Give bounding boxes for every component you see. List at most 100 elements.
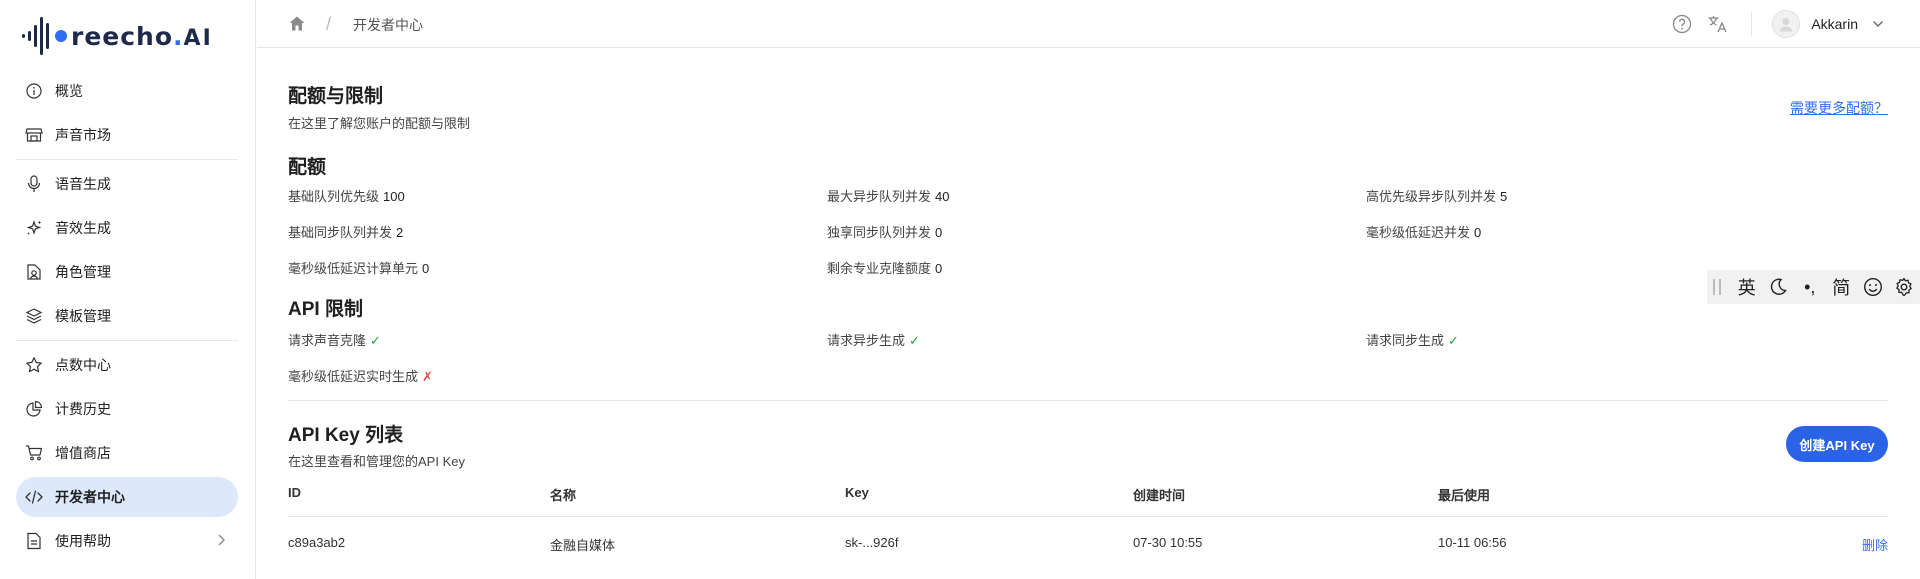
ime-toolbar: 英 •, 简	[1707, 270, 1920, 304]
app-root: reecho.AI 概览 声音市场 语音生成 音效生成 角色管理 模板管理 点数…	[0, 0, 1920, 579]
moon-icon[interactable]	[1762, 272, 1794, 302]
sidebar-item-label: 声音市场	[55, 127, 111, 143]
sidebar-item-points-center[interactable]: 点数中心	[16, 345, 238, 385]
sidebar-item-overview[interactable]: 概览	[16, 71, 238, 111]
layers-icon	[25, 307, 43, 325]
ime-language-toggle[interactable]: 英	[1731, 272, 1763, 302]
home-icon[interactable]	[288, 15, 306, 35]
store-icon	[25, 126, 43, 144]
breadcrumb: / 开发者中心	[288, 14, 423, 35]
sidebar-item-voice-generation[interactable]: 语音生成	[16, 164, 238, 204]
sidebar-item-label: 概览	[55, 83, 83, 99]
sidebar: reecho.AI 概览 声音市场 语音生成 音效生成 角色管理 模板管理 点数…	[0, 0, 256, 579]
sidebar-item-sfx-generation[interactable]: 音效生成	[16, 208, 238, 248]
quota-item: 毫秒级低延迟并发 0	[1366, 225, 1482, 240]
sidebar-item-label: 点数中心	[55, 357, 111, 373]
cart-icon	[25, 444, 43, 462]
quota-item: 独享同步队列并发 0	[827, 225, 943, 240]
pie-chart-icon	[25, 400, 43, 418]
logo-dot-icon	[55, 30, 67, 42]
quota-item: 最大异步队列并发 40	[827, 189, 950, 204]
ime-script-toggle[interactable]: 简	[1825, 272, 1857, 302]
divider	[1751, 12, 1753, 36]
character-icon	[25, 263, 43, 281]
column-header-id: ID	[288, 485, 301, 500]
quota-item: 高优先级异步队列并发 5	[1366, 189, 1508, 204]
breadcrumb-separator: /	[326, 14, 332, 34]
cell-last-used: 10-11 06:56	[1438, 535, 1507, 550]
quota-item: 基础同步队列并发 2	[288, 225, 404, 240]
sidebar-item-label: 音效生成	[55, 220, 111, 236]
divider	[288, 516, 1888, 517]
divider	[16, 340, 238, 341]
column-header-created: 创建时间	[1133, 488, 1186, 503]
check-icon: ✓	[370, 333, 381, 348]
sidebar-item-label: 使用帮助	[55, 533, 111, 549]
quota-title: 配额	[288, 157, 327, 178]
sidebar-item-character-management[interactable]: 角色管理	[16, 252, 238, 292]
limit-item: 请求异步生成 ✓	[827, 333, 920, 348]
sidebar-item-label: 开发者中心	[55, 489, 125, 505]
check-icon: ✓	[1448, 333, 1459, 348]
delete-link[interactable]: 删除	[1862, 535, 1888, 554]
column-header-name: 名称	[550, 488, 577, 503]
cell-name: 金融自媒体	[550, 538, 616, 553]
breadcrumb-current: 开发者中心	[353, 16, 424, 33]
translate-icon[interactable]	[1707, 13, 1729, 35]
header-actions: Akkarin	[1657, 10, 1884, 38]
quota-item: 基础队列优先级 100	[288, 189, 405, 204]
chevron-down-icon[interactable]	[1872, 15, 1884, 33]
apikey-subtitle: 在这里查看和管理您的API Key	[288, 454, 465, 469]
limit-item: 请求同步生成 ✓	[1366, 333, 1459, 348]
top-header: / 开发者中心 Akkarin	[257, 0, 1920, 48]
sidebar-item-label: 角色管理	[55, 264, 111, 280]
microphone-icon	[25, 175, 43, 193]
cell-id: c89a3ab2	[288, 535, 346, 550]
limit-item: 请求声音克隆 ✓	[288, 333, 381, 348]
apikey-title: API Key 列表	[288, 425, 404, 446]
chevron-right-icon	[216, 533, 226, 550]
cell-created: 07-30 10:55	[1133, 535, 1203, 550]
column-header-last-used: 最后使用	[1438, 488, 1491, 503]
sidebar-item-template-management[interactable]: 模板管理	[16, 296, 238, 336]
sidebar-item-store[interactable]: 增值商店	[16, 433, 238, 473]
more-quota-link[interactable]: 需要更多配额？	[1790, 98, 1888, 118]
drag-handle[interactable]	[1713, 279, 1721, 295]
avatar[interactable]	[1772, 10, 1801, 38]
star-icon	[25, 356, 43, 374]
sidebar-item-label: 模板管理	[55, 308, 111, 324]
emoji-icon[interactable]	[1857, 272, 1889, 302]
check-icon: ✓	[909, 333, 920, 348]
ime-punctuation-toggle[interactable]: •,	[1794, 272, 1826, 302]
page-title: 配额与限制	[288, 86, 384, 107]
quota-item: 毫秒级低延迟计算单元 0	[288, 261, 430, 276]
sparkles-icon	[25, 219, 43, 237]
cell-key: sk-...926f	[845, 535, 899, 550]
sidebar-item-help[interactable]: 使用帮助	[16, 521, 238, 561]
username[interactable]: Akkarin	[1811, 16, 1858, 32]
page-subtitle: 在这里了解您账户的配额与限制	[288, 116, 471, 131]
logo-text: reecho.AI	[71, 21, 213, 51]
column-header-key: Key	[845, 485, 869, 500]
sidebar-item-label: 增值商店	[55, 445, 111, 461]
api-limits-title: API 限制	[288, 299, 363, 320]
info-icon	[25, 82, 43, 100]
create-api-key-button[interactable]: 创建API Key	[1786, 426, 1888, 462]
sidebar-item-voice-market[interactable]: 声音市场	[16, 115, 238, 155]
quota-item: 剩余专业克隆额度 0	[827, 261, 943, 276]
logo-waveform-icon	[22, 17, 49, 55]
settings-gear-icon[interactable]	[1889, 272, 1920, 302]
sidebar-item-label: 语音生成	[55, 176, 111, 192]
sidebar-item-label: 计费历史	[55, 401, 111, 417]
logo[interactable]: reecho.AI	[22, 14, 213, 58]
divider	[288, 400, 1888, 401]
sidebar-item-billing-history[interactable]: 计费历史	[16, 389, 238, 429]
document-icon	[25, 532, 43, 550]
limit-item: 毫秒级低延迟实时生成 ✗	[288, 369, 433, 384]
help-icon[interactable]	[1671, 13, 1693, 35]
divider	[16, 159, 238, 160]
code-icon	[25, 488, 43, 506]
cross-icon: ✗	[422, 369, 433, 384]
sidebar-nav: 概览 声音市场 语音生成 音效生成 角色管理 模板管理 点数中心 计费历史 增值…	[16, 71, 238, 565]
sidebar-item-developer-center[interactable]: 开发者中心	[16, 477, 238, 517]
